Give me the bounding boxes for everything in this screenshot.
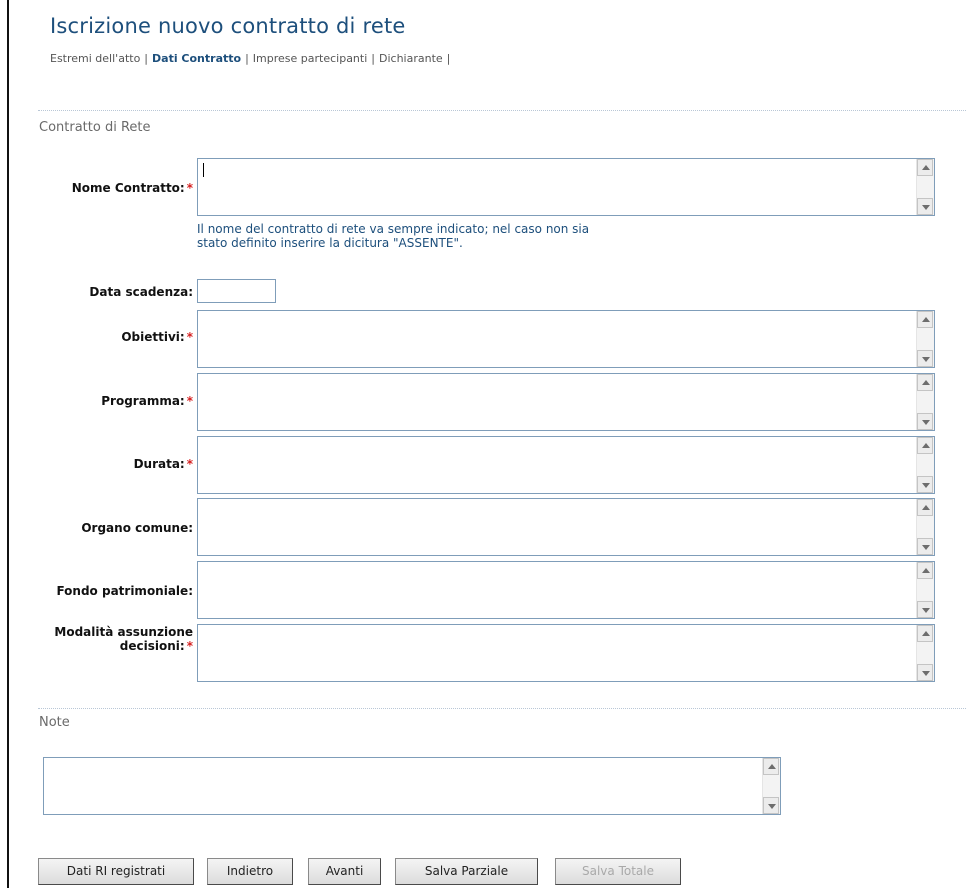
label-data-scadenza: Data scadenza: xyxy=(10,285,193,299)
section-title-contratto: Contratto di Rete xyxy=(39,120,151,135)
page-title: Iscrizione nuovo contratto di rete xyxy=(50,14,406,38)
divider xyxy=(38,110,966,111)
scroll-up-icon[interactable] xyxy=(917,311,933,328)
nome-contratto-textarea[interactable] xyxy=(198,159,916,215)
label-programma: Programma: * xyxy=(10,394,193,408)
nome-contratto-hint: Il nome del contratto di rete va sempre … xyxy=(197,222,589,250)
label-fondo-patrimoniale: Fondo patrimoniale: xyxy=(10,584,193,598)
programma-field[interactable] xyxy=(197,373,935,431)
durata-field[interactable] xyxy=(197,436,935,494)
fondo-patrimoniale-textarea[interactable] xyxy=(198,562,916,618)
scroll-up-icon[interactable] xyxy=(763,758,779,775)
label-text: Nome Contratto: xyxy=(71,181,185,195)
breadcrumb-separator: | xyxy=(371,52,375,65)
scroll-down-icon[interactable] xyxy=(917,538,933,555)
label-text: Fondo patrimoniale: xyxy=(56,584,193,598)
note-textarea[interactable] xyxy=(44,758,762,814)
nome-contratto-field[interactable] xyxy=(197,158,935,216)
scrollbar[interactable] xyxy=(916,374,934,430)
label-text-line-2: decisioni: xyxy=(119,639,185,653)
breadcrumb-dati-contratto[interactable]: Dati Contratto xyxy=(152,52,241,65)
scroll-up-icon[interactable] xyxy=(917,499,933,516)
breadcrumb-separator: | xyxy=(144,52,149,65)
breadcrumb: Estremi dell'atto | Dati Contratto | Imprese… xyxy=(50,52,454,65)
label-organo-comune: Organo comune: xyxy=(10,521,193,535)
salva-parziale-button[interactable]: Salva Parziale xyxy=(395,858,538,885)
label-durata: Durata: * xyxy=(10,457,193,471)
required-marker: * xyxy=(186,394,193,408)
hint-line-2: stato definito inserire la dicitura "ASS… xyxy=(197,236,463,250)
data-scadenza-input[interactable] xyxy=(197,279,276,303)
scroll-down-icon[interactable] xyxy=(917,476,933,493)
modalita-assunzione-decisioni-textarea[interactable] xyxy=(198,625,916,681)
scrollbar[interactable] xyxy=(916,437,934,493)
scroll-down-icon[interactable] xyxy=(917,664,933,681)
scrollbar[interactable] xyxy=(916,311,934,367)
indietro-button[interactable]: Indietro xyxy=(207,858,293,885)
text-cursor xyxy=(203,163,204,177)
label-obiettivi: Obiettivi: * xyxy=(10,330,193,344)
avanti-button[interactable]: Avanti xyxy=(308,858,381,885)
breadcrumb-dichiarante[interactable]: Dichiarante xyxy=(379,52,443,65)
scrollbar[interactable] xyxy=(762,758,780,814)
obiettivi-field[interactable] xyxy=(197,310,935,368)
note-field[interactable] xyxy=(43,757,781,815)
scroll-up-icon[interactable] xyxy=(917,562,933,579)
breadcrumb-separator: | xyxy=(446,52,451,65)
salva-totale-button[interactable]: Salva Totale xyxy=(555,858,681,885)
label-modalita-assunzione-decisioni: Modalità assunzione decisioni: * xyxy=(10,625,193,653)
organo-comune-textarea[interactable] xyxy=(198,499,916,555)
label-text: Obiettivi: xyxy=(121,330,185,344)
label-text: Durata: xyxy=(133,457,185,471)
label-text: Organo comune: xyxy=(81,521,193,535)
scrollbar[interactable] xyxy=(916,625,934,681)
scrollbar[interactable] xyxy=(916,499,934,555)
scroll-down-icon[interactable] xyxy=(917,601,933,618)
obiettivi-textarea[interactable] xyxy=(198,311,916,367)
breadcrumb-separator: | xyxy=(245,52,249,65)
scroll-down-icon[interactable] xyxy=(763,797,779,814)
required-marker: * xyxy=(186,181,193,195)
hint-line-1: Il nome del contratto di rete va sempre … xyxy=(197,222,590,236)
scroll-down-icon[interactable] xyxy=(917,198,933,215)
fondo-patrimoniale-field[interactable] xyxy=(197,561,935,619)
scroll-up-icon[interactable] xyxy=(917,625,933,642)
section-title-note: Note xyxy=(39,715,70,730)
label-text: Programma: xyxy=(101,394,185,408)
scroll-up-icon[interactable] xyxy=(917,437,933,454)
label-text-line-1: Modalità assunzione xyxy=(54,625,193,639)
organo-comune-field[interactable] xyxy=(197,498,935,556)
durata-textarea[interactable] xyxy=(198,437,916,493)
scroll-down-icon[interactable] xyxy=(917,413,933,430)
required-marker: * xyxy=(186,639,193,653)
dati-ri-registrati-button[interactable]: Dati RI registrati xyxy=(38,858,194,885)
breadcrumb-estremi-atto[interactable]: Estremi dell'atto xyxy=(50,52,140,65)
required-marker: * xyxy=(186,457,193,471)
label-text: Data scadenza: xyxy=(89,285,193,299)
breadcrumb-imprese-partecipanti[interactable]: Imprese partecipanti xyxy=(253,52,367,65)
scroll-up-icon[interactable] xyxy=(917,159,933,176)
label-nome-contratto: Nome Contratto: * xyxy=(10,181,193,195)
window-frame-edge xyxy=(7,0,9,888)
modalita-assunzione-decisioni-field[interactable] xyxy=(197,624,935,682)
scroll-down-icon[interactable] xyxy=(917,350,933,367)
required-marker: * xyxy=(186,330,193,344)
scrollbar[interactable] xyxy=(916,159,934,215)
programma-textarea[interactable] xyxy=(198,374,916,430)
divider xyxy=(38,708,966,709)
scroll-up-icon[interactable] xyxy=(917,374,933,391)
scrollbar[interactable] xyxy=(916,562,934,618)
